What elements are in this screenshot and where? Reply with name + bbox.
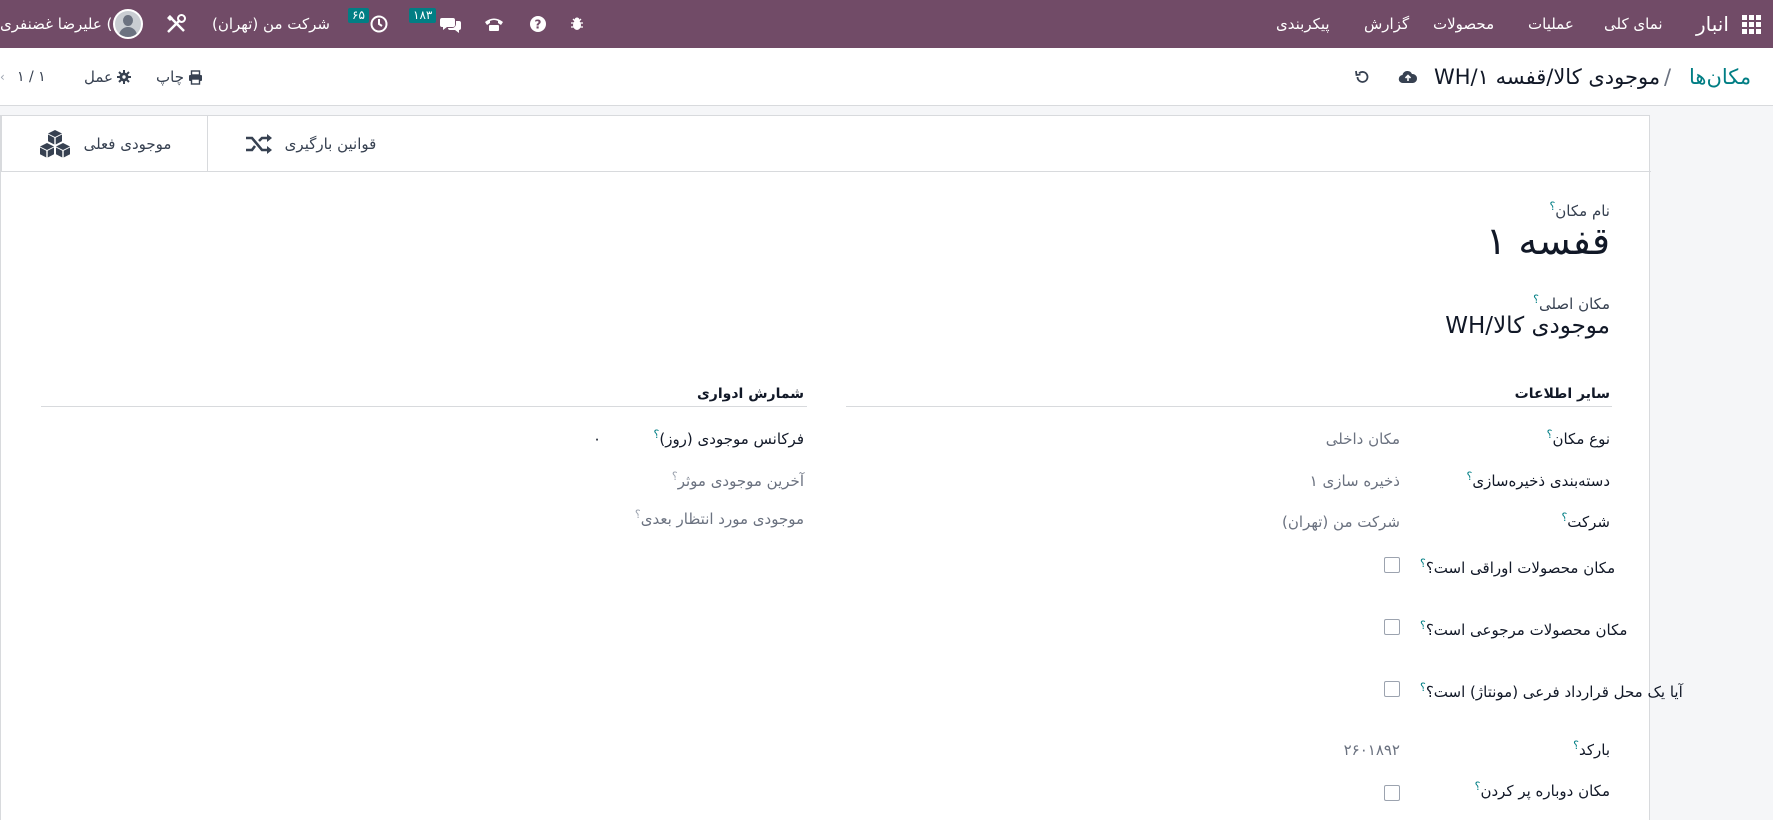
inventory-frequency-label: فرکانس موجودی (روز)؟ [654,428,805,448]
tools-icon[interactable] [165,0,187,48]
barcode-label-text: بارکد [1578,741,1610,759]
parent-location-label-text: مکان اصلی [1538,295,1610,313]
location-type-value[interactable]: مکان داخلی [1326,430,1400,448]
replenish-location-label: مکان دوباره پر کردن؟ [1475,780,1610,800]
company-value[interactable]: شرکت من (تهران) [1282,513,1400,531]
last-inventory-label: آخرین موجودی موثر؟ [672,470,804,490]
phone-icon[interactable] [484,0,504,48]
current-stock-label: موجودی فعلی [83,135,172,153]
location-name-label: نام مکان؟ [1549,200,1610,220]
apps-menu-icon[interactable] [1741,0,1761,48]
menu-overview[interactable]: نمای کلی [1604,0,1663,48]
control-panel: مکان‌ها / WH/موجودی کالا/قفسه ۱ چاپ عمل … [0,48,1773,106]
shuffle-icon [245,134,272,154]
inventory-frequency-label-text: فرکانس موجودی (روز) [659,430,804,448]
bug-icon[interactable] [569,0,585,48]
action-label: عمل [84,68,113,86]
save-cloud-icon[interactable] [1398,48,1418,106]
location-type-label: نوع مکان؟ [1547,428,1610,448]
barcode-value[interactable]: ۲۶۰۱۸۹۲ [1344,741,1400,759]
scrap-location-label-text: مکان محصولات اوراقی است؟ [1425,559,1616,577]
cubes-icon [39,130,70,158]
scrap-location-checkbox[interactable] [1384,557,1400,573]
top-navbar: انبار نمای کلی عملیات محصولات گزارش پیکر… [0,0,1773,48]
location-name-label-text: نام مکان [1555,202,1610,220]
location-name-value[interactable]: قفسه ۱ [1486,219,1610,263]
inventory-frequency-value[interactable]: ۰ [593,430,601,448]
parent-location-label: مکان اصلی؟ [1533,293,1610,313]
breadcrumb-parent[interactable]: مکان‌ها [1689,48,1751,106]
messages-count-badge: ۱۸۳ [409,8,437,23]
putaway-rules-label: قوانین بارگیری [284,135,377,153]
section-cyclic-count: شمارش ادواری [696,386,804,402]
return-location-checkbox[interactable] [1384,619,1400,635]
form-sheet: قوانین بارگیری موجودی فعلی نام مکان؟ قفس… [0,115,1683,820]
button-box: قوانین بارگیری موجودی فعلی [1,116,1651,172]
subcontract-location-checkbox[interactable] [1384,681,1400,697]
current-stock-button[interactable]: موجودی فعلی [1,116,207,172]
action-button[interactable]: عمل [84,48,131,106]
replenish-location-checkbox[interactable] [1384,785,1400,801]
company-switcher[interactable]: شرکت من (تهران) [212,0,330,48]
gear-icon [116,70,131,84]
pager-prev-icon[interactable]: ‹ [0,48,5,106]
putaway-rules-button[interactable]: قوانین بارگیری [207,116,413,172]
avatar[interactable] [113,0,143,48]
print-button[interactable]: چاپ [156,48,203,106]
storage-category-label-text: دسته‌بندی ذخیره‌سازی [1472,472,1610,490]
print-label: چاپ [156,68,184,86]
breadcrumb-separator: / [1664,65,1672,89]
subcontract-location-label: آیا یک محل قرارداد فرعی (مونتاژ) است؟؟ [1420,676,1683,704]
print-icon [188,69,202,85]
user-menu[interactable]: علیرضا غضنفری ( [0,0,112,48]
section-divider [846,406,1612,407]
section-other-info: سایر اطلاعات [1514,386,1610,402]
help-icon[interactable]: ? [529,0,547,48]
location-type-label-text: نوع مکان [1552,430,1610,448]
storage-category-value[interactable]: ذخیره سازی ۱ [1310,472,1400,490]
subcontract-location-label-text: آیا یک محل قرارداد فرعی (مونتاژ) است؟ [1425,683,1683,701]
last-inventory-label-text: آخرین موجودی موثر [677,472,804,490]
menu-configuration[interactable]: پیکربندی [1276,0,1330,48]
replenish-location-label-text: مکان دوباره پر کردن [1480,782,1610,800]
activity-count-badge: ۶۵ [348,8,369,23]
next-inventory-label: موجودی مورد انتظار بعدی؟ [635,508,804,528]
scrap-location-label: مکان محصولات اوراقی است؟؟ [1420,552,1615,580]
discard-icon[interactable] [1354,48,1370,106]
barcode-label: بارکد؟ [1573,739,1610,759]
storage-category-label: دسته‌بندی ذخیره‌سازی؟ [1467,470,1610,490]
return-location-label-text: مکان محصولات مرجوعی است؟ [1425,621,1628,639]
section-divider [41,406,807,407]
menu-operations[interactable]: عملیات [1528,0,1574,48]
app-brand[interactable]: انبار [1696,0,1729,48]
pager-value[interactable]: ۱ / ۱ [17,48,46,106]
activity-clock-icon[interactable] [370,0,388,48]
menu-products[interactable]: محصولات [1433,0,1494,48]
svg-text:?: ? [535,18,542,32]
parent-location-value[interactable]: WH/موجودی کالا [1445,313,1610,339]
return-location-label: مکان محصولات مرجوعی است؟؟ [1420,614,1627,642]
company-label: شرکت؟ [1561,511,1610,531]
messages-icon[interactable] [440,0,462,48]
company-label-text: شرکت [1567,513,1610,531]
menu-reporting[interactable]: گزارش [1364,0,1409,48]
next-inventory-label-text: موجودی مورد انتظار بعدی [640,510,804,528]
breadcrumb-current: WH/موجودی کالا/قفسه ۱ [1434,65,1661,89]
